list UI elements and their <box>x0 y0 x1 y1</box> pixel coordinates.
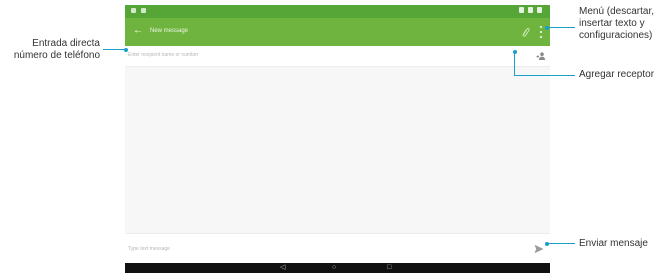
notification-icon <box>141 8 146 13</box>
callout-line <box>514 75 575 76</box>
compose-row: Type text message <box>125 233 550 264</box>
callout-dot <box>545 25 549 30</box>
arrow-left-icon[interactable]: ← <box>133 26 143 36</box>
nav-home-icon[interactable]: ○ <box>332 264 336 272</box>
callout-dot <box>545 241 549 246</box>
nav-back-icon[interactable]: ◁ <box>280 264 285 272</box>
callout-dot <box>124 47 128 52</box>
callout-line <box>548 27 575 28</box>
nav-recent-icon[interactable]: □ <box>387 264 391 272</box>
send-icon[interactable] <box>534 244 544 254</box>
recipient-input[interactable]: Enter recipient name or number <box>128 52 198 58</box>
tablet-screen: ← New message Enter recipient name or nu… <box>125 5 550 273</box>
notification-icon <box>131 8 136 13</box>
callout-add-recipient: Agregar receptor <box>579 69 655 80</box>
callout-send: Enviar mensaje <box>579 238 648 249</box>
signal-icon <box>528 7 533 13</box>
status-bar <box>125 5 550 18</box>
callout-dot <box>512 50 517 54</box>
callout-direct-entry: Entrada directa número de teléfono <box>13 38 100 61</box>
app-toolbar: ← New message <box>125 18 550 46</box>
recipient-row: Enter recipient name or number <box>125 46 550 67</box>
navigation-bar: ◁ ○ □ <box>125 263 550 273</box>
callout-line <box>548 243 575 244</box>
callout-line <box>514 52 515 75</box>
wifi-icon <box>519 7 524 13</box>
paperclip-icon[interactable] <box>522 27 530 37</box>
battery-icon <box>537 7 542 13</box>
add-person-icon[interactable] <box>536 51 546 61</box>
toolbar-title: New message <box>150 28 189 34</box>
message-input[interactable]: Type text message <box>128 246 170 252</box>
overflow-menu-icon[interactable] <box>540 26 543 38</box>
callout-menu: Menú (descartar, insertar texto y config… <box>579 6 655 41</box>
